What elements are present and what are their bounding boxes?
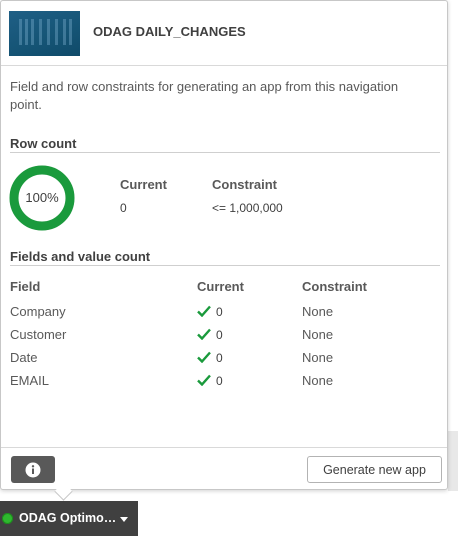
current-count: 0 bbox=[216, 351, 223, 365]
tab-label: ODAG Optimo… bbox=[19, 511, 117, 525]
row-count-divider bbox=[10, 152, 440, 153]
field-column-header: Field bbox=[10, 278, 41, 294]
checkmark-icon bbox=[197, 351, 211, 363]
info-icon bbox=[25, 462, 41, 478]
field-name: Company bbox=[10, 304, 66, 319]
field-name: EMAIL bbox=[10, 373, 50, 388]
fields-header-row: Field Current Constraint bbox=[10, 278, 382, 300]
checkmark-icon bbox=[197, 305, 211, 317]
generate-new-app-button[interactable]: Generate new app bbox=[307, 456, 442, 483]
fields-divider bbox=[10, 265, 440, 266]
odag-details-popover: ODAG DAILY_CHANGES Field and row constra… bbox=[0, 0, 448, 490]
row-constraint-header: Constraint bbox=[212, 177, 277, 192]
odag-navigation-tab[interactable]: ODAG Optimo… bbox=[0, 501, 138, 536]
fields-table: Field Current Constraint Company 0 None … bbox=[10, 278, 382, 392]
current-count: 0 bbox=[216, 328, 223, 342]
status-dot-icon bbox=[2, 513, 13, 524]
current-cell: 0 bbox=[197, 323, 302, 346]
constraint-cell: None bbox=[302, 327, 334, 342]
app-thumbnail bbox=[9, 11, 80, 56]
popover-title: ODAG DAILY_CHANGES bbox=[93, 24, 246, 39]
chevron-down-icon[interactable] bbox=[120, 517, 128, 522]
row-constraint-value: <= 1,000,000 bbox=[212, 201, 283, 215]
row-count-percent: 100% bbox=[25, 190, 59, 205]
table-row: Customer 0 None bbox=[10, 323, 382, 346]
info-button[interactable] bbox=[11, 456, 55, 483]
row-count-title: Row count bbox=[10, 136, 77, 151]
fields-section-title: Fields and value count bbox=[10, 249, 151, 264]
constraint-cell: None bbox=[302, 304, 334, 319]
table-row: EMAIL 0 None bbox=[10, 369, 382, 392]
field-name: Date bbox=[10, 350, 38, 365]
footer-divider bbox=[1, 447, 447, 448]
current-column-header: Current bbox=[197, 278, 244, 294]
constraint-cell: None bbox=[302, 373, 334, 388]
checkmark-icon bbox=[197, 374, 211, 386]
table-row: Company 0 None bbox=[10, 300, 382, 323]
current-cell: 0 bbox=[197, 369, 302, 392]
table-row: Date 0 None bbox=[10, 346, 382, 369]
checkmark-icon bbox=[197, 328, 211, 340]
row-current-header: Current bbox=[120, 177, 167, 192]
field-name: Customer bbox=[10, 327, 67, 342]
popover-header: ODAG DAILY_CHANGES bbox=[1, 1, 447, 66]
current-cell: 0 bbox=[197, 300, 302, 323]
current-count: 0 bbox=[216, 374, 223, 388]
constraint-column-header: Constraint bbox=[302, 278, 367, 294]
constraint-cell: None bbox=[302, 350, 334, 365]
description-text: Field and row constraints for generating… bbox=[10, 79, 399, 112]
current-cell: 0 bbox=[197, 346, 302, 369]
row-current-value: 0 bbox=[120, 201, 127, 215]
current-count: 0 bbox=[216, 305, 223, 319]
